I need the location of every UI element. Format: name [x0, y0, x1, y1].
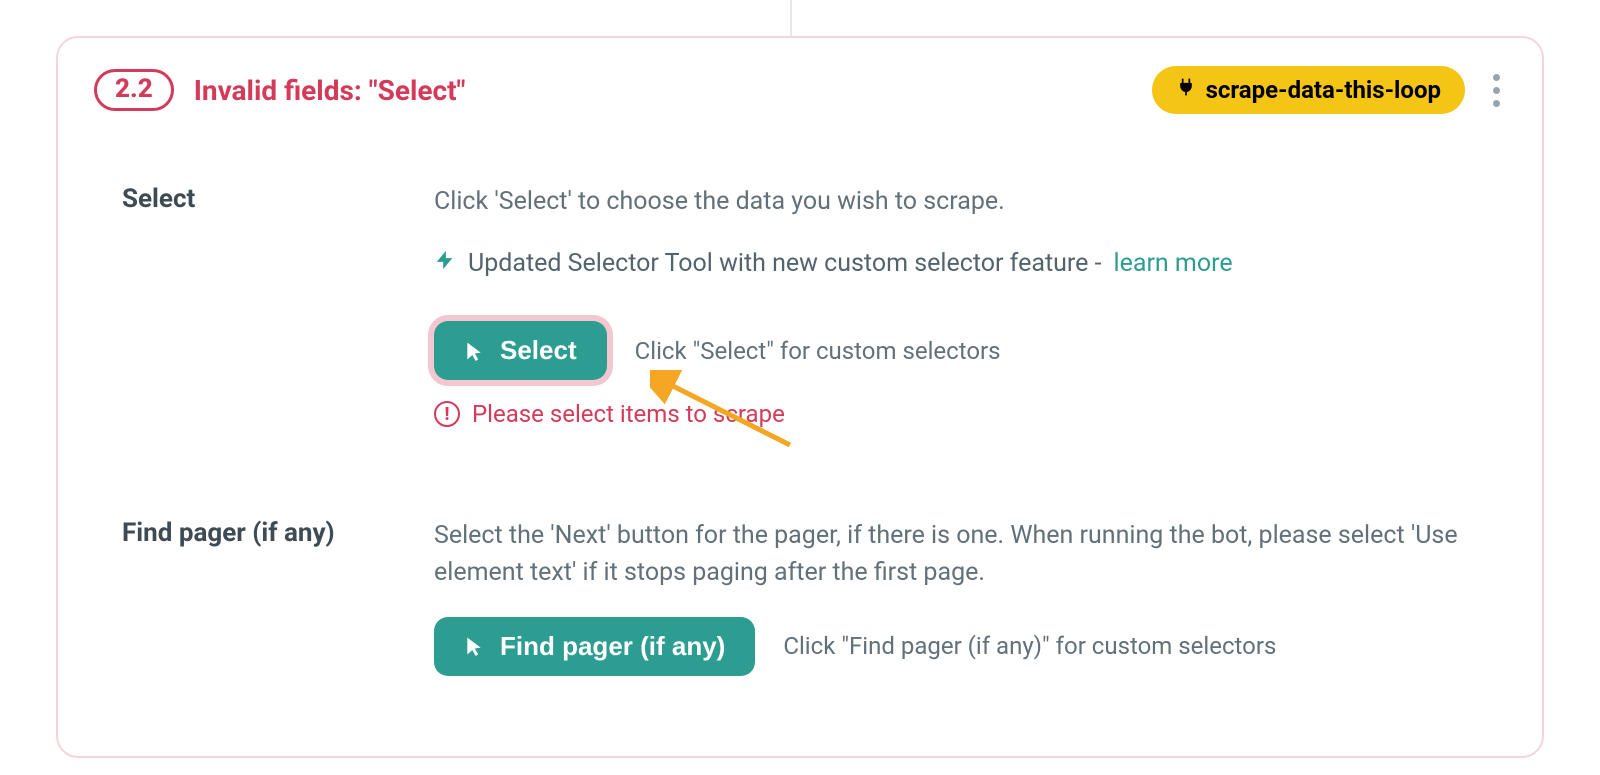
- card-header: 2.2 Invalid fields: "Select" scrape-data…: [94, 66, 1506, 114]
- more-menu-button[interactable]: [1487, 68, 1506, 113]
- field-content-select: Click 'Select' to choose the data you wi…: [434, 184, 1506, 428]
- plug-icon: [1176, 77, 1196, 102]
- field-content-pager: Select the 'Next' button for the pager, …: [434, 518, 1506, 696]
- select-button-label: Select: [500, 335, 577, 366]
- pager-hint: Click "Find pager (if any)" for custom s…: [783, 632, 1276, 660]
- pager-description: Select the 'Next' button for the pager, …: [434, 518, 1506, 591]
- field-label-pager: Find pager (if any): [94, 518, 434, 548]
- select-button-row: Select Click "Select" for custom selecto…: [434, 321, 1506, 380]
- bolt-icon: [434, 246, 456, 281]
- learn-more-link[interactable]: learn more: [1114, 249, 1233, 278]
- field-label-select: Select: [94, 184, 434, 214]
- field-row-select: Select Click 'Select' to choose the data…: [94, 184, 1506, 428]
- card-title: Invalid fields: "Select": [194, 74, 466, 107]
- cursor-icon: [464, 339, 484, 363]
- error-icon: !: [434, 401, 460, 427]
- pager-button-row: Find pager (if any) Click "Find pager (i…: [434, 617, 1506, 676]
- select-button[interactable]: Select: [434, 321, 607, 380]
- step-number-pill: 2.2: [94, 69, 174, 110]
- select-error: ! Please select items to scrape: [434, 400, 1506, 428]
- header-left: 2.2 Invalid fields: "Select": [94, 69, 465, 110]
- plugin-tag-label: scrape-data-this-loop: [1206, 76, 1441, 104]
- select-description: Click 'Select' to choose the data you wi…: [434, 184, 1506, 220]
- select-hint: Click "Select" for custom selectors: [635, 337, 1001, 365]
- field-row-pager: Find pager (if any) Select the 'Next' bu…: [94, 518, 1506, 696]
- header-right: scrape-data-this-loop: [1152, 66, 1506, 114]
- plugin-tag-pill[interactable]: scrape-data-this-loop: [1152, 66, 1465, 114]
- kebab-dot-icon: [1493, 100, 1500, 107]
- find-pager-button[interactable]: Find pager (if any): [434, 617, 755, 676]
- step-card: 2.2 Invalid fields: "Select" scrape-data…: [56, 36, 1544, 758]
- kebab-dot-icon: [1493, 74, 1500, 81]
- info-text: Updated Selector Tool with new custom se…: [468, 249, 1102, 278]
- cursor-icon: [464, 634, 484, 658]
- selector-tool-info: Updated Selector Tool with new custom se…: [434, 246, 1506, 281]
- kebab-dot-icon: [1493, 87, 1500, 94]
- top-divider-line: [790, 0, 792, 36]
- find-pager-button-label: Find pager (if any): [500, 631, 725, 662]
- error-text: Please select items to scrape: [472, 400, 785, 428]
